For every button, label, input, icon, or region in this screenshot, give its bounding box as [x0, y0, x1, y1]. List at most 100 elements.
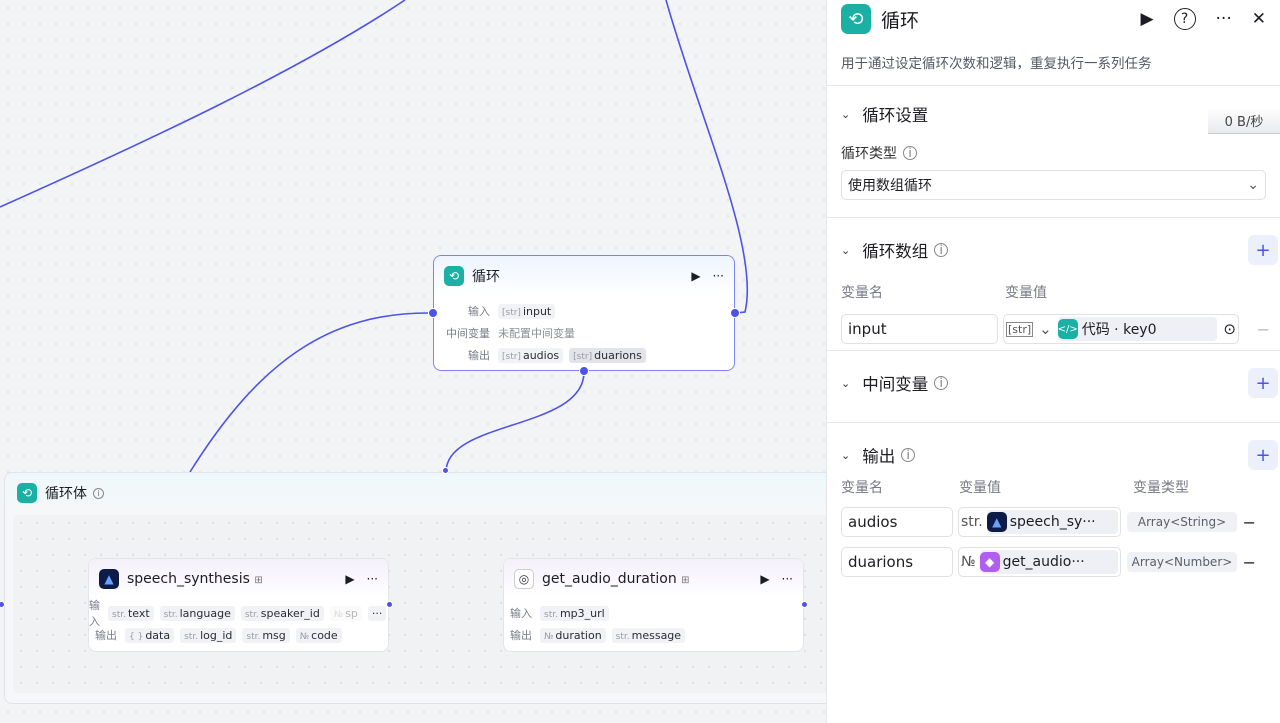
- output-handle[interactable]: [386, 601, 393, 608]
- output-chip: № code: [295, 627, 342, 643]
- variable-picker-icon: ⊙: [1223, 320, 1236, 338]
- add-middle-var-button[interactable]: +: [1248, 368, 1278, 398]
- info-icon: i: [93, 487, 104, 499]
- output-chip: [str] audios: [498, 347, 564, 363]
- add-array-button[interactable]: +: [1248, 235, 1278, 265]
- output-handle[interactable]: [730, 308, 740, 318]
- var-type-badge: Array<Number>: [1127, 552, 1237, 572]
- chevron-down-icon: ⌄: [1247, 177, 1259, 193]
- edge-to-loop-input: [189, 312, 429, 473]
- output-chip: str. msg: [242, 627, 290, 643]
- input-chip: str. mp3_url: [540, 605, 609, 621]
- body-top-handle[interactable]: [442, 467, 449, 474]
- panel-header: ⟲ 循环 ▶ ? ··· ✕: [827, 0, 1280, 38]
- input-label: 输入: [89, 599, 100, 628]
- body-handle[interactable]: [579, 366, 589, 376]
- info-icon: i: [903, 146, 917, 160]
- loop-array-header[interactable]: ⌄ 循环数组 i: [841, 218, 1266, 282]
- output-section: ⌄ 输出 i + 变量名 变量值 变量类型 audios str. ▲ spee…: [827, 422, 1280, 602]
- chevron-down-icon[interactable]: ⌄: [841, 449, 850, 462]
- input-chip: str. text: [108, 605, 154, 621]
- loop-type-select[interactable]: 使用数组循环 ⌄: [841, 170, 1266, 200]
- plugin-icon: ⊞: [681, 575, 690, 586]
- loop-icon: ⟲: [444, 266, 464, 286]
- input-label: 输入: [468, 305, 490, 318]
- loop-node-header: ⟲ 循环 ▶ ···: [434, 256, 734, 296]
- code-icon: </>: [1058, 319, 1078, 339]
- run-icon[interactable]: ▶: [345, 572, 354, 586]
- remove-row-button[interactable]: −: [1243, 553, 1256, 572]
- more-icon[interactable]: ···: [1216, 9, 1232, 29]
- output-chip: № duration: [540, 627, 606, 643]
- section-title: 循环设置: [862, 106, 929, 125]
- waveform-icon: ▲: [986, 512, 1007, 532]
- more-icon[interactable]: ···: [367, 572, 378, 586]
- output-value[interactable]: str. ▲ speech_sy···: [958, 507, 1121, 537]
- output-chip: { } data: [125, 627, 175, 643]
- output-handle[interactable]: [801, 601, 808, 608]
- input-chip: str. speaker_id: [240, 605, 324, 621]
- run-icon[interactable]: ▶: [1140, 9, 1153, 29]
- array-var-name-input[interactable]: input: [841, 314, 998, 344]
- panel-description: 用于通过设定循环次数和逻辑，重复执行一系列任务: [841, 56, 1152, 72]
- middle-vars-header[interactable]: ⌄ 中间变量 i: [841, 351, 1266, 415]
- section-title: 中间变量: [862, 375, 929, 394]
- chevron-down-icon[interactable]: ⌄: [841, 244, 850, 257]
- get-audio-duration-node[interactable]: ◎ get_audio_duration ⊞ ▶ ··· 输入 str. mp3_…: [503, 558, 808, 652]
- workflow-canvas[interactable]: ⟲ 循环 ▶ ··· 输入 [str] input 中间变量 未配置中间变量 输出…: [0, 0, 826, 723]
- chevron-down-icon[interactable]: ⌄: [841, 108, 850, 121]
- column-headers: 变量名 变量值: [841, 285, 1047, 301]
- chevron-down-icon[interactable]: ⌄: [841, 377, 850, 390]
- close-icon[interactable]: ✕: [1252, 9, 1266, 29]
- plugin-icon: ⊞: [254, 575, 263, 586]
- info-icon: i: [934, 243, 949, 257]
- output-chip: str. message: [611, 627, 686, 643]
- run-icon[interactable]: ▶: [691, 269, 700, 283]
- loop-node[interactable]: ⟲ 循环 ▶ ··· 输入 [str] input 中间变量 未配置中间变量 输出…: [428, 255, 740, 376]
- output-name-input[interactable]: audios: [841, 507, 953, 537]
- run-icon[interactable]: ▶: [760, 572, 769, 586]
- loop-type-label: 循环类型 i: [841, 142, 1266, 164]
- help-icon[interactable]: ?: [1173, 8, 1196, 30]
- more-icon[interactable]: ···: [782, 572, 793, 586]
- speech-node-title: speech_synthesis ⊞: [127, 571, 263, 587]
- input-handle[interactable]: [428, 308, 438, 318]
- loop-array-section: ⌄ 循环数组 i + 变量名 变量值 input [str] ⌄ </> 代码 …: [827, 217, 1280, 350]
- speech-synthesis-node[interactable]: ▲ speech_synthesis ⊞ ▶ ··· 输入 str. text s…: [88, 558, 393, 652]
- speech-node-header: ▲ speech_synthesis ⊞ ▶ ···: [89, 559, 388, 599]
- edge-top-left: [0, 0, 406, 208]
- panel-title: 循环: [881, 9, 920, 32]
- remove-row-button[interactable]: −: [1243, 513, 1256, 532]
- loop-icon: ⟲: [17, 483, 37, 503]
- loop-settings-header[interactable]: ⌄ 循环设置: [841, 86, 1266, 142]
- add-output-button[interactable]: +: [1248, 440, 1278, 470]
- loop-settings-section: ⌄ 循环设置 循环类型 i 使用数组循环 ⌄: [827, 85, 1280, 217]
- remove-row-button[interactable]: −: [1257, 320, 1270, 339]
- output-row: duarions № ◆ get_audio··· Array<Number> …: [841, 547, 1266, 577]
- node-settings-panel: ⟲ 循环 ▶ ? ··· ✕ 用于通过设定循环次数和逻辑，重复执行一系列任务 0…: [826, 0, 1280, 723]
- output-chip: str. log_id: [180, 627, 237, 643]
- more-icon[interactable]: ···: [713, 269, 724, 283]
- output-name-input[interactable]: duarions: [841, 547, 953, 577]
- edge-loop-to-body: [445, 371, 585, 473]
- cube-icon: ◆: [979, 552, 1000, 572]
- duration-node-header: ◎ get_audio_duration ⊞ ▶ ···: [504, 559, 803, 599]
- section-title: 循环数组: [862, 242, 929, 261]
- type-tag: [str]: [1006, 321, 1034, 337]
- middle-vars-section: ⌄ 中间变量 i +: [827, 350, 1280, 422]
- more-inputs-button[interactable]: ···: [367, 605, 387, 621]
- output-value[interactable]: № ◆ get_audio···: [958, 547, 1121, 577]
- input-chip: str. language: [159, 605, 235, 621]
- var-type-badge: Array<String>: [1127, 512, 1237, 532]
- input-chip: [str] input: [498, 303, 556, 319]
- loop-icon: ⟲: [841, 4, 871, 34]
- info-icon: i: [934, 376, 949, 390]
- output-label: 输出: [468, 349, 490, 362]
- loop-body-header: ⟲ 循环体 i: [5, 473, 826, 513]
- duration-node-title: get_audio_duration ⊞: [542, 571, 690, 587]
- info-icon: i: [901, 448, 916, 462]
- array-var-value[interactable]: [str] ⌄ </> 代码 · key0 ⊙: [1003, 314, 1239, 344]
- waveform-icon: ▲: [99, 569, 119, 589]
- chevron-down-icon: ⌄: [1039, 320, 1052, 338]
- output-row: audios str. ▲ speech_sy··· Array<String>…: [841, 507, 1266, 537]
